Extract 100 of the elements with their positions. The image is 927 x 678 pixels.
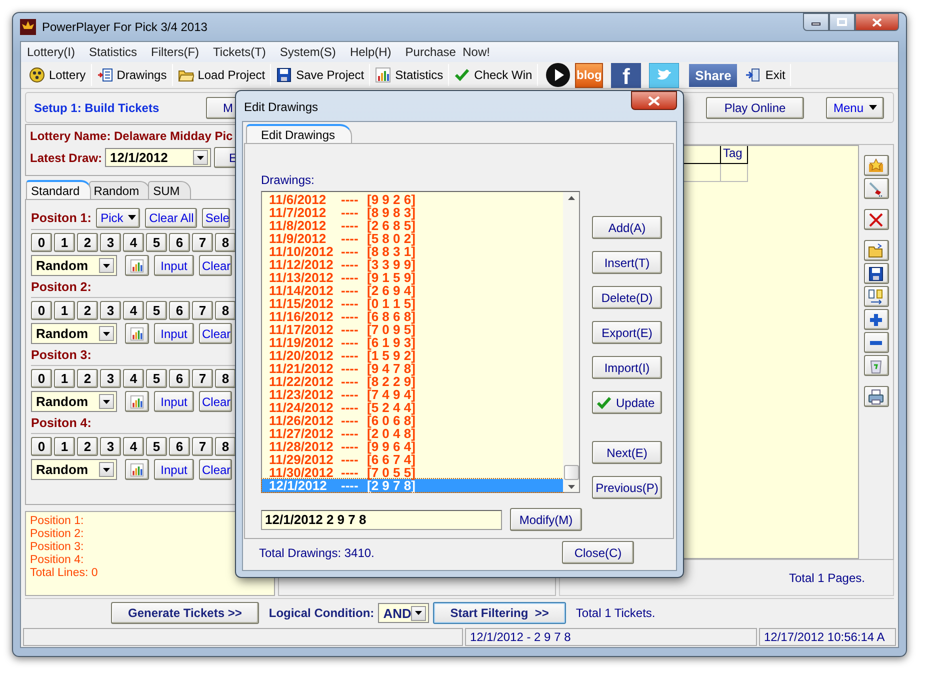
dialog-button[interactable]: Insert(T) xyxy=(592,251,662,274)
digit-button[interactable]: 4 xyxy=(123,369,144,388)
digit-button[interactable]: 3 xyxy=(100,233,121,252)
digit-button[interactable]: 4 xyxy=(123,437,144,456)
digit-button[interactable]: 1 xyxy=(54,233,75,252)
digit-button[interactable]: 8 xyxy=(215,233,236,252)
tab[interactable]: Standard xyxy=(26,180,91,199)
menu-item[interactable]: System(S) xyxy=(280,45,343,59)
clear-button[interactable]: Clear xyxy=(199,391,232,412)
tool-button[interactable] xyxy=(864,286,888,307)
tab[interactable]: Random xyxy=(88,181,150,199)
dialog-button[interactable]: Import(I) xyxy=(592,356,662,379)
nav-button[interactable]: Previous(P) xyxy=(592,476,662,499)
chart-button[interactable] xyxy=(125,459,149,480)
digit-button[interactable]: 4 xyxy=(123,301,144,320)
menu-item[interactable]: Purchase Now! xyxy=(405,45,497,59)
chart-button[interactable] xyxy=(125,391,149,412)
minimize-button[interactable] xyxy=(803,13,829,31)
digit-button[interactable]: 3 xyxy=(100,369,121,388)
tool-button[interactable] xyxy=(864,386,888,407)
mode-select[interactable]: Random xyxy=(31,459,117,480)
toolbar-button[interactable]: Load Project xyxy=(174,63,270,87)
menu-item[interactable]: Help(H) xyxy=(350,45,398,59)
facebook-logo[interactable]: f xyxy=(611,62,642,88)
input-button[interactable]: Input xyxy=(154,459,194,480)
digit-button[interactable]: 4 xyxy=(123,233,144,252)
digit-button[interactable]: 3 xyxy=(100,301,121,320)
close-button[interactable] xyxy=(855,13,899,31)
toolbar-button[interactable]: Statistics xyxy=(371,63,448,87)
tool-button[interactable] xyxy=(864,209,888,230)
start-filtering-button[interactable]: Start Filtering >> xyxy=(433,602,566,624)
mode-select[interactable]: Random xyxy=(31,391,117,412)
digit-button[interactable]: 6 xyxy=(169,301,190,320)
toolbar-button[interactable]: Drawings xyxy=(92,63,171,87)
select-button[interactable]: Sele xyxy=(202,208,230,228)
toolbar-button[interactable]: Exit xyxy=(741,63,790,87)
digit-button[interactable]: 8 xyxy=(215,369,236,388)
tool-button[interactable] xyxy=(864,309,888,330)
menu-item[interactable]: Lottery(I) xyxy=(27,45,82,59)
digit-button[interactable]: 5 xyxy=(146,233,167,252)
input-button[interactable]: Input xyxy=(154,323,194,344)
digit-button[interactable]: 7 xyxy=(192,437,213,456)
clear-button[interactable]: Clear xyxy=(199,323,232,344)
close-dialog-button[interactable]: Close(C) xyxy=(562,541,634,564)
clear-button[interactable]: Clear xyxy=(199,255,232,276)
logic-select[interactable]: AND xyxy=(378,603,430,623)
digit-button[interactable]: 5 xyxy=(146,301,167,320)
digit-button[interactable]: 6 xyxy=(169,437,190,456)
dialog-button[interactable]: Delete(D) xyxy=(592,286,662,309)
digit-button[interactable]: 6 xyxy=(169,233,190,252)
menu-item[interactable]: Statistics xyxy=(89,45,144,59)
clear-all-button[interactable]: Clear All xyxy=(145,208,198,228)
scrollbar[interactable] xyxy=(563,192,579,492)
digit-button[interactable]: 2 xyxy=(77,301,98,320)
digit-button[interactable]: 7 xyxy=(192,233,213,252)
tab[interactable]: Edit Drawings xyxy=(246,124,352,143)
scrollbar-thumb[interactable] xyxy=(564,465,578,480)
dialog-button[interactable]: Export(E) xyxy=(592,321,662,344)
chart-button[interactable] xyxy=(125,255,149,276)
digit-button[interactable]: 1 xyxy=(54,437,75,456)
nav-button[interactable]: Next(E) xyxy=(592,441,662,464)
modify-button[interactable]: Modify(M) xyxy=(510,508,582,531)
digit-button[interactable]: 3 xyxy=(100,437,121,456)
digit-button[interactable]: 7 xyxy=(192,301,213,320)
share-button[interactable]: Share xyxy=(689,64,738,86)
digit-button[interactable]: 0 xyxy=(31,233,52,252)
tab[interactable]: SUM xyxy=(148,181,191,199)
digit-button[interactable]: 5 xyxy=(146,437,167,456)
toolbar-button[interactable]: Lottery xyxy=(25,63,90,87)
digit-button[interactable]: 0 xyxy=(31,437,52,456)
tool-button[interactable] xyxy=(864,178,888,199)
mode-select[interactable]: Random xyxy=(31,255,117,276)
digit-button[interactable]: 7 xyxy=(192,369,213,388)
mode-select[interactable]: Random xyxy=(31,323,117,344)
generate-tickets-button[interactable]: Generate Tickets >> xyxy=(111,602,259,624)
latest-draw-select[interactable]: 12/1/2012 xyxy=(105,148,212,167)
input-button[interactable]: Input xyxy=(154,391,194,412)
maximize-button[interactable] xyxy=(829,13,855,31)
menu-item[interactable]: Filters(F) xyxy=(151,45,206,59)
digit-button[interactable]: 2 xyxy=(77,437,98,456)
pick-button[interactable]: Pick xyxy=(96,208,140,228)
digit-button[interactable]: 8 xyxy=(215,301,236,320)
digit-button[interactable]: 5 xyxy=(146,369,167,388)
menu-button[interactable]: Menu xyxy=(826,96,884,118)
digit-button[interactable]: 6 xyxy=(169,369,190,388)
clear-button[interactable]: Clear xyxy=(199,459,232,480)
input-button[interactable]: Input xyxy=(154,255,194,276)
menu-item[interactable]: Tickets(T) xyxy=(213,45,273,59)
dialog-button[interactable]: Add(A) xyxy=(592,216,662,239)
update-button[interactable]: Update xyxy=(592,391,662,414)
toolbar-button[interactable]: Save Project xyxy=(272,63,368,87)
toolbar-button[interactable]: Check Win xyxy=(450,63,536,87)
drawing-input[interactable]: 12/1/2012 2 9 7 8 xyxy=(261,510,502,530)
close-button[interactable] xyxy=(631,91,677,110)
play-online-button[interactable]: Play Online xyxy=(706,96,804,118)
digit-button[interactable]: 1 xyxy=(54,369,75,388)
digit-button[interactable]: 2 xyxy=(77,233,98,252)
chart-button[interactable] xyxy=(125,323,149,344)
digit-button[interactable]: 0 xyxy=(31,369,52,388)
digit-button[interactable]: 8 xyxy=(215,437,236,456)
